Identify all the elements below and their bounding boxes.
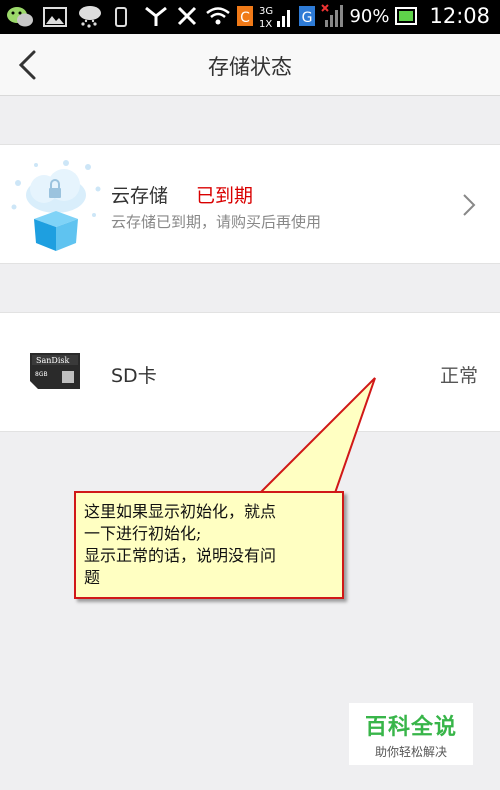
weather-snow-icon [79, 6, 101, 28]
annotation-callout: 这里如果显示初始化，就点 一下进行初始化; 显示正常的话，说明没有问 题 [74, 491, 344, 599]
clock: 12:08 [429, 4, 490, 28]
carrier-g-icon: G [299, 6, 316, 26]
carrier-c-icon: C [237, 6, 254, 26]
callout-pointer [257, 377, 376, 494]
cloud-storage-icon [11, 160, 101, 251]
svg-text:SanDisk: SanDisk [36, 356, 69, 365]
watermark-sub-text: 助你轻松解决 [374, 745, 447, 759]
cloud-expired-badge: 已到期 [196, 185, 254, 207]
no-sim-icon [178, 6, 197, 26]
cloud-storage-title: 云存储 [111, 185, 169, 207]
annotation-line-1: 这里如果显示初始化，就点 [84, 502, 277, 521]
watermark-logo: 百科全说 助你轻松解决 [349, 703, 473, 765]
signal-x-icon [321, 4, 344, 27]
watermark-main-text: 百科全说 [364, 715, 457, 740]
signal-3g-1x-icon: 3G 1X [259, 6, 291, 29]
wifi-icon [206, 7, 231, 25]
nav-bar: 存储状态 [0, 34, 500, 96]
cloud-storage-row[interactable]: 云存储 已到期 云存储已到期，请购买后再使用 [0, 144, 500, 264]
chevron-right-icon [463, 194, 476, 216]
annotation-line-4: 题 [84, 568, 101, 587]
svg-text:C: C [241, 10, 251, 26]
svg-text:G: G [302, 10, 313, 26]
phone-sync-icon [115, 7, 127, 27]
page-title: 存储状态 [208, 55, 292, 79]
gallery-icon [43, 7, 67, 27]
notification-icons [6, 4, 129, 30]
usb-debug-icon [145, 6, 168, 26]
cloud-storage-subtitle: 云存储已到期，请购买后再使用 [111, 213, 322, 231]
svg-text:3G: 3G [259, 6, 273, 17]
battery-percent: 90% [349, 5, 390, 27]
battery-icon [395, 7, 418, 25]
status-bar: C 3G 1X G 90% 12:08 [0, 0, 500, 34]
annotation-line-2: 一下进行初始化; [84, 524, 202, 543]
system-icons: C 3G 1X G 90% 12:08 [143, 3, 490, 29]
annotation-line-3: 显示正常的话，说明没有问 [84, 546, 277, 565]
wechat-icon [7, 7, 33, 27]
svg-text:1X: 1X [259, 19, 272, 29]
